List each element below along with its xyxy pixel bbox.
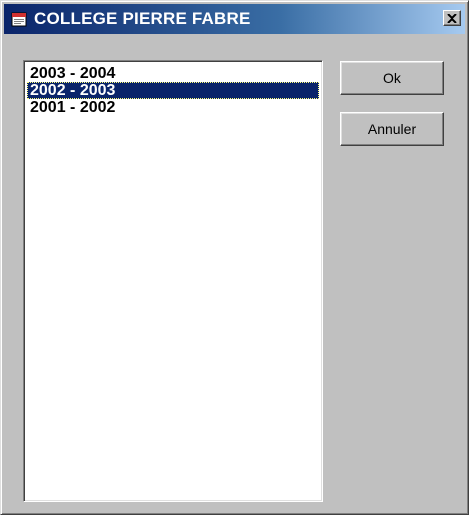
list-item-2002-2003[interactable]: 2002 - 2003 [27,82,319,99]
app-window-icon[interactable] [11,11,27,27]
title-bar[interactable]: COLLEGE PIERRE FABRE [4,4,465,34]
cancel-button[interactable]: Annuler [340,112,444,146]
close-button[interactable] [443,10,461,26]
ok-button[interactable]: Ok [340,61,444,95]
close-icon [447,13,457,23]
cancel-button-label: Annuler [367,121,417,137]
window-title: COLLEGE PIERRE FABRE [34,9,251,28]
ok-button-label: Ok [383,70,401,86]
dialog-window: COLLEGE PIERRE FABRE 2003 - 2004 2002 - … [0,0,469,515]
school-year-listbox[interactable]: 2003 - 2004 2002 - 2003 2001 - 2002 [23,60,323,502]
list-item-2003-2004[interactable]: 2003 - 2004 [27,65,319,82]
list-item-2001-2002[interactable]: 2001 - 2002 [27,99,319,116]
